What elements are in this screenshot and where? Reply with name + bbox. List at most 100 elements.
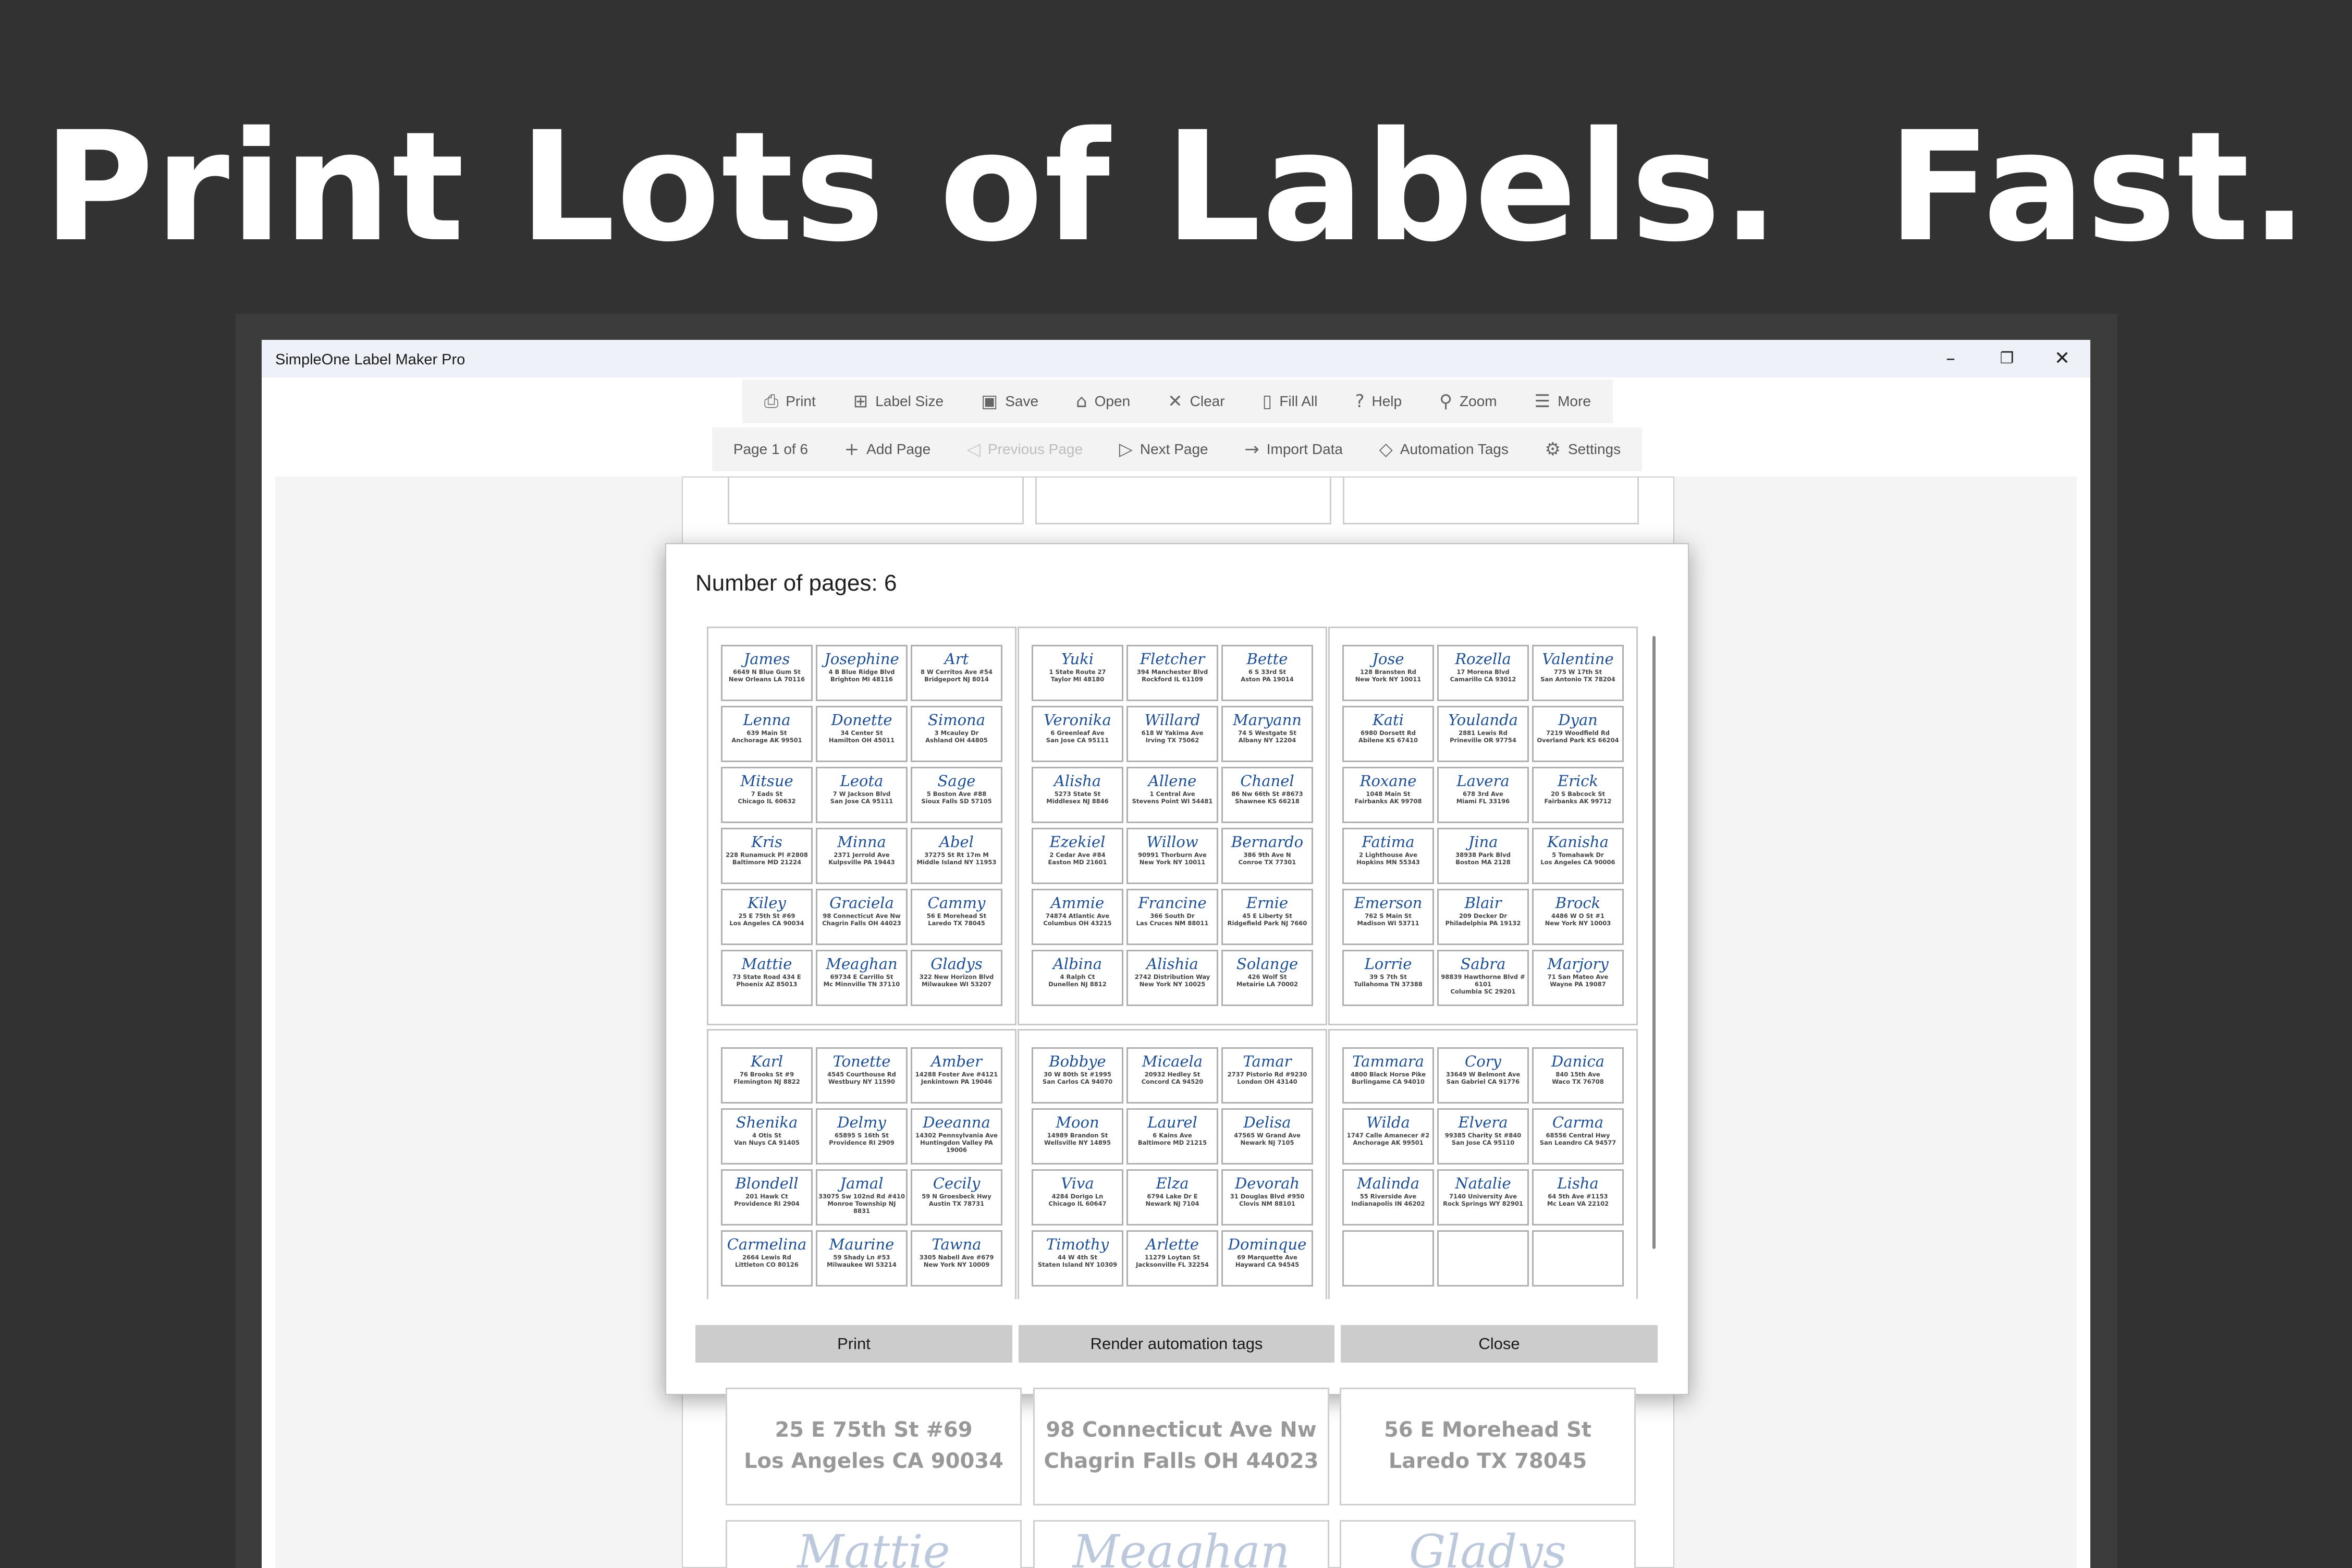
label-address-line: Middlesex NJ 8846 [1046,798,1109,805]
label-address-line: 6980 Dorsett Rd [1361,729,1416,737]
label-address-line: 678 3rd Ave [1463,790,1503,798]
label-address-line: San Gabriel CA 91776 [1446,1078,1520,1085]
label-address-line: 7 Eads St [751,790,783,798]
label-address-line: 6 S 33rd St [1248,668,1286,676]
label-address-line: 2881 Lewis Rd [1459,729,1508,737]
label-name: Veronika [1044,711,1111,729]
label-name: Willow [1146,833,1198,851]
label-address-line: Overland Park KS 66204 [1537,737,1619,744]
label-address-line: Huntingdon Valley PA [920,1139,993,1146]
label-address-line: San Jose CA 95111 [1046,737,1109,744]
save-button[interactable]: ▣ Save [981,391,1038,412]
label-name: Lorrie [1364,955,1412,973]
label-name: Lisha [1557,1174,1599,1192]
preview-scrollbar[interactable] [1652,636,1656,1249]
preview-label: Amber 14288 Foster Ave #4121 Jenkintown PA… [911,1047,1002,1104]
label-address-line: 98839 Hawthorne Blvd # [1441,973,1525,981]
preview-label: Willow 90991 Thorburn Ave New York NY 1001… [1126,828,1218,884]
label-address-line: Wellsville NY 14895 [1044,1139,1111,1146]
label-name: Mattie [741,955,792,973]
add-page-button[interactable]: + Add Page [844,439,931,460]
label-size-button[interactable]: ⊞ Label Size [853,391,944,412]
label-address-line: 99385 Charity St #840 [1444,1132,1522,1139]
previous-page-button[interactable]: ◁ Previous Page [967,439,1083,460]
preview-label: Carma 68556 Central Hwy San Leandro CA 945… [1532,1108,1624,1165]
background-address-label[interactable]: 25 E 75th St #69 Los Angeles CA 90034 [726,1388,1022,1505]
label-address-line: 3305 Nabell Ave #679 [919,1254,994,1261]
label-name: Ezekiel [1049,833,1106,851]
label-address-line: 6 Kains Ave [1153,1132,1192,1139]
label-address-line: 31 Douglas Blvd #950 [1230,1193,1305,1200]
close-button[interactable]: Close [1341,1325,1658,1363]
background-name-label[interactable]: Mattie [726,1520,1022,1568]
label-address-line: 322 New Horizon Blvd [919,973,994,981]
label-address-line: San Carlos CA 94070 [1042,1078,1113,1085]
preview-label: Albina 4 Ralph Ct Dunellen NJ 8812 [1032,950,1123,1006]
label-address-line: 2737 Pistorio Rd #9230 [1227,1071,1307,1078]
preview-label: Mitsue 7 Eads St Chicago IL 60632 [721,767,813,823]
minimize-button[interactable]: – [1925,344,1977,373]
label-name: Albina [1052,955,1102,973]
label-address-line: 4 Ralph Ct [1060,973,1095,981]
background-name: Gladys [1408,1525,1567,1568]
render-automation-tags-button[interactable]: Render automation tags [1019,1325,1334,1363]
label-address-line: 20932 Hedley St [1144,1071,1200,1078]
preview-label: Lorrie 39 S 7th St Tullahoma TN 37388 [1342,950,1434,1006]
next-page-button[interactable]: ▷ Next Page [1119,439,1208,460]
preview-label: Fletcher 394 Manchester Blvd Rockford IL 6… [1126,645,1218,701]
label-address-line: 33649 W Belmont Ave [1446,1071,1521,1078]
more-button[interactable]: ☰ More [1535,391,1591,412]
label-name: Fatima [1362,833,1415,851]
label-name: Roxane [1359,772,1417,790]
preview-page: Karl 76 Brooks St #9 Flemington NJ 8822 Ton… [707,1029,1016,1299]
background-address-label[interactable]: 98 Connecticut Ave Nw Chagrin Falls OH 44… [1033,1388,1329,1505]
label-address-line: 11279 Loytan St [1145,1254,1200,1261]
address-line: 98 Connecticut Ave Nw [1046,1418,1317,1442]
label-address-line: Sioux Falls SD 57105 [921,798,992,805]
label-name: Jamal [840,1174,884,1192]
settings-button[interactable]: ⚙ Settings [1545,439,1621,460]
fill-all-button[interactable]: ▯ Fill All [1263,391,1318,412]
background-address-label[interactable]: 56 E Morehead St Laredo TX 78045 [1340,1388,1636,1505]
restore-button[interactable]: ❐ [1981,344,2033,373]
label-address-line: Jacksonville FL 32254 [1136,1261,1209,1268]
import-data-button[interactable]: → Import Data [1244,439,1343,460]
automation-tags-button[interactable]: ◇ Automation Tags [1379,439,1509,460]
clear-button[interactable]: ✕ Clear [1168,391,1224,412]
print-button[interactable]: ⎙ Print [764,391,816,412]
close-window-button[interactable]: ✕ [2036,344,2088,373]
label-address-line: Albany NY 12204 [1238,737,1296,744]
background-name-label[interactable]: Gladys [1340,1520,1636,1568]
label-address-line: 74874 Atlantic Ave [1045,912,1110,920]
preview-label: Mattie 73 State Road 434 E Phoenix AZ 8501… [721,950,813,1006]
print-button[interactable]: Print [695,1325,1012,1363]
label-address-line: Tullahoma TN 37388 [1354,981,1423,988]
label-address-line: 69734 E Carrillo St [830,973,893,981]
label-address-line: 5273 State St [1054,790,1101,798]
label-name: Kris [751,833,782,851]
open-icon: ⌂ [1076,391,1087,412]
label-name: Dominque [1228,1235,1307,1253]
label-name: Cory [1465,1052,1501,1070]
label-address-line: 8831 [853,1207,870,1215]
label-name: Maryann [1233,711,1302,729]
preview-label: Jamal 33075 Sw 102nd Rd #410 Monroe Townsh… [816,1169,908,1226]
label-name: Yuki [1061,650,1094,668]
label-address-line: 86 Nw 66th St #8673 [1231,790,1303,798]
label-address-line: 4800 Black Horse Pike [1350,1071,1426,1078]
preview-label: Ernie 45 E Liberty St Ridgefield Park NJ 7… [1221,889,1313,945]
help-button[interactable]: ? Help [1355,391,1402,412]
preview-label: Sabra 98839 Hawthorne Blvd #6101 Columbia … [1437,950,1529,1006]
page-indicator: Page 1 of 6 [733,441,808,458]
label-address-line: San Leandro CA 94577 [1539,1139,1616,1146]
zoom-button[interactable]: ⚲ Zoom [1439,391,1497,412]
label-address-line: 65895 S 16th St [835,1132,889,1139]
pages-preview[interactable]: James 6649 N Blue Gum St New Orleans LA 70… [707,627,1638,1299]
label-name: Ammie [1050,894,1105,912]
open-button[interactable]: ⌂ Open [1076,391,1130,412]
clear-icon: ✕ [1168,391,1183,412]
automation-tags-label: Automation Tags [1400,441,1509,457]
background-name-label[interactable]: Meaghan [1033,1520,1329,1568]
preview-label: Roxane 1048 Main St Fairbanks AK 99708 [1342,767,1434,823]
preview-page: James 6649 N Blue Gum St New Orleans LA 70… [707,627,1016,1025]
